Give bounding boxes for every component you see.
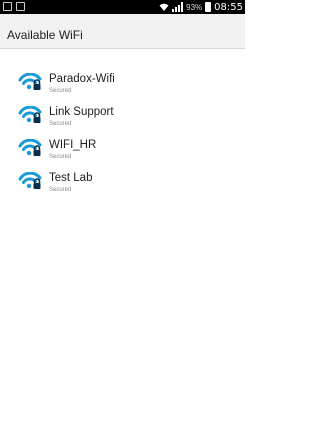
wifi-network-item[interactable]: Paradox-Wifi Secured — [0, 71, 245, 104]
network-name: Paradox-Wifi — [49, 73, 115, 85]
network-name: Link Support — [49, 106, 114, 118]
network-name: Test Lab — [49, 172, 93, 184]
page-title: Available WiFi — [7, 28, 83, 42]
network-security: Secured — [49, 88, 72, 94]
secured-wifi-icon — [18, 106, 42, 123]
network-security: Secured — [49, 121, 72, 127]
wifi-network-list: Paradox-Wifi Secured Link Support Secure… — [0, 71, 245, 203]
network-security: Secured — [49, 154, 72, 160]
wifi-network-item[interactable]: Link Support Secured — [0, 104, 245, 137]
sim-notification-icon — [16, 2, 25, 11]
secured-wifi-icon — [18, 139, 42, 156]
secured-wifi-icon — [18, 73, 42, 90]
battery-icon — [205, 2, 212, 12]
app-header: Available WiFi — [0, 14, 245, 49]
signal-icon — [172, 2, 184, 12]
secured-wifi-icon — [18, 172, 42, 189]
wifi-network-item[interactable]: WIFI_HR Secured — [0, 137, 245, 170]
battery-percent: 93% — [186, 2, 203, 12]
network-security: Secured — [49, 187, 72, 193]
clock: 08:55 — [214, 1, 243, 13]
notification-icons — [3, 2, 25, 11]
network-name: WIFI_HR — [49, 139, 97, 151]
image-notification-icon — [3, 2, 12, 11]
status-bar: 93% 08:55 — [0, 0, 245, 14]
wifi-network-item[interactable]: Test Lab Secured — [0, 170, 245, 203]
wifi-status-icon — [159, 3, 169, 11]
system-icons: 93% 08:55 — [159, 0, 243, 14]
